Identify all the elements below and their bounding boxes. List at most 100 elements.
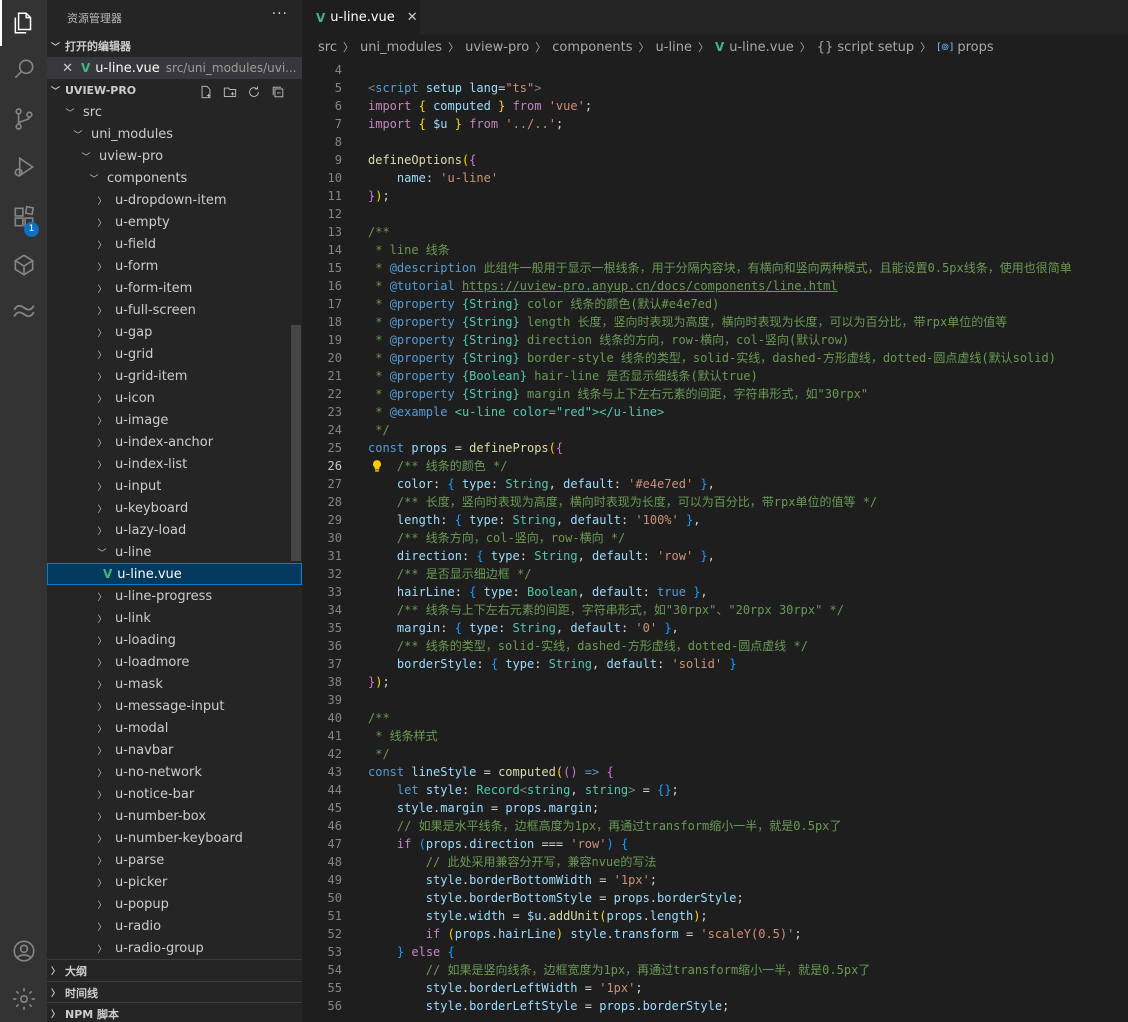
tree-file-item[interactable]: Vu-line.vue: [47, 563, 302, 585]
tree-folder-item[interactable]: 〉 u-line-progress: [47, 585, 302, 607]
files-icon[interactable]: [0, 0, 47, 46]
tree-folder-item[interactable]: 〉 u-full-screen: [47, 299, 302, 321]
line-number: 7: [334, 117, 342, 131]
chevron-right-icon: 〉: [97, 240, 107, 251]
code-token: margin: [548, 801, 593, 815]
outline-header[interactable]: 〉 大纲: [47, 959, 302, 981]
code-token: borderBottomStyle: [469, 891, 592, 905]
tree-folder-item[interactable]: 〉 u-loading: [47, 629, 302, 651]
tree-folder-item[interactable]: ﹀ u-line: [47, 541, 302, 563]
tree-folder-item[interactable]: 〉 u-lazy-load: [47, 519, 302, 541]
code-token: =: [577, 999, 600, 1013]
tab-u-line-vue[interactable]: V u-line.vue ✕: [302, 0, 420, 35]
breadcrumb-item[interactable]: props: [957, 40, 993, 55]
code-token: ,: [555, 513, 571, 527]
tree-folder-item[interactable]: 〉 u-grid: [47, 343, 302, 365]
tree-folder-item[interactable]: 〉 u-popup: [47, 893, 302, 915]
tree-folder-item[interactable]: 〉 u-number-keyboard: [47, 827, 302, 849]
tree-folder-item[interactable]: 〉 u-input: [47, 475, 302, 497]
tree-item-label: u-form-item: [115, 280, 193, 296]
line-number: 56: [327, 999, 342, 1013]
tree-folder-item[interactable]: ﹀ uview-pro: [47, 145, 302, 167]
tree-folder-item[interactable]: 〉 u-form: [47, 255, 302, 277]
tree-folder-item[interactable]: 〉 u-mask: [47, 673, 302, 695]
code-token: type: [483, 585, 513, 599]
breadcrumb-item[interactable]: components: [552, 40, 632, 55]
open-editors-header[interactable]: ﹀ 打开的编辑器: [47, 35, 302, 57]
tree-folder-item[interactable]: 〉 u-parse: [47, 849, 302, 871]
breadcrumb-item[interactable]: {} script setup: [817, 40, 914, 55]
line-number: 35: [327, 621, 342, 635]
code-editor[interactable]: 4 5 <script setup lang="ts"> 6 import { comp…: [302, 61, 1128, 1022]
close-tab-icon[interactable]: ✕: [407, 10, 418, 25]
collapse-all-icon[interactable]: [271, 84, 285, 98]
tree-folder-item[interactable]: ﹀ src: [47, 101, 302, 123]
code-token: const: [368, 765, 405, 779]
tree-folder-item[interactable]: 〉 u-no-network: [47, 761, 302, 783]
breadcrumb-item[interactable]: u-line.vue: [729, 40, 793, 55]
chevron-right-icon: 〉: [97, 944, 107, 955]
tree-item-label: u-mask: [115, 676, 163, 692]
breadcrumb-item[interactable]: uview-pro: [465, 40, 529, 55]
code-token: Record: [476, 783, 520, 797]
more-actions-icon[interactable]: ···: [272, 6, 288, 22]
npm-scripts-header[interactable]: 〉 NPM 脚本: [47, 1002, 302, 1022]
tree-folder-item[interactable]: 〉 u-notice-bar: [47, 783, 302, 805]
extensions-icon[interactable]: 1: [0, 194, 47, 240]
tree-folder-item[interactable]: ﹀ components: [47, 167, 302, 189]
tree-folder-item[interactable]: 〉 u-grid-item: [47, 365, 302, 387]
tree-folder-item[interactable]: 〉 u-index-list: [47, 453, 302, 475]
line-number: 12: [327, 207, 342, 221]
tree-folder-item[interactable]: 〉 u-number-box: [47, 805, 302, 827]
tree-folder-item[interactable]: 〉 u-picker: [47, 871, 302, 893]
close-icon[interactable]: ✕: [47, 61, 73, 76]
breadcrumb-item[interactable]: u-line: [656, 40, 692, 55]
tree-folder-item[interactable]: 〉 u-icon: [47, 387, 302, 409]
account-icon[interactable]: [0, 928, 47, 974]
source-control-icon[interactable]: [0, 96, 47, 142]
new-file-icon[interactable]: [199, 84, 213, 99]
tree-folder-item[interactable]: 〉 u-dropdown-item: [47, 189, 302, 211]
breadcrumb-item[interactable]: src: [318, 40, 337, 55]
breadcrumb-item[interactable]: uni_modules: [360, 40, 442, 55]
tree-folder-item[interactable]: 〉 u-image: [47, 409, 302, 431]
tree-folder-item[interactable]: 〉 u-loadmore: [47, 651, 302, 673]
settings-gear-icon[interactable]: [0, 976, 47, 1022]
tree-folder-item[interactable]: 〉 u-modal: [47, 717, 302, 739]
new-folder-icon[interactable]: [223, 84, 237, 98]
timeline-header[interactable]: 〉 时间线: [47, 981, 302, 1003]
code-token: @example: [389, 405, 448, 419]
tree-item-label: u-number-box: [115, 808, 207, 824]
tree-folder-item[interactable]: 〉 u-keyboard: [47, 497, 302, 519]
tree-folder-item[interactable]: 〉 u-index-anchor: [47, 431, 302, 453]
code-token: :: [433, 477, 448, 491]
remote-icon[interactable]: [0, 242, 47, 288]
tree-folder-item[interactable]: 〉 u-message-input: [47, 695, 302, 717]
sidebar-scrollbar[interactable]: [291, 325, 301, 561]
tree-folder-item[interactable]: 〉 u-form-item: [47, 277, 302, 299]
search-icon[interactable]: [0, 46, 47, 92]
run-debug-icon[interactable]: [0, 144, 47, 190]
tree-folder-item[interactable]: 〉 u-navbar: [47, 739, 302, 761]
tree-folder-item[interactable]: 〉 u-link: [47, 607, 302, 629]
code-token: props: [505, 801, 542, 815]
tree-folder-item[interactable]: 〉 u-radio: [47, 915, 302, 937]
open-editor-item[interactable]: ✕ V u-line.vue src/uni_modules/uvi...: [47, 57, 302, 79]
tree-item-label: src: [83, 104, 102, 120]
editor-area: V u-line.vue ✕ src 〉 uni_modules 〉 uview-pro…: [302, 0, 1128, 1022]
tree-folder-item[interactable]: 〉 u-empty: [47, 211, 302, 233]
tailwind-icon[interactable]: [0, 288, 47, 334]
refresh-icon[interactable]: [247, 84, 261, 98]
tree-folder-item[interactable]: ﹀ uni_modules: [47, 123, 302, 145]
line-number: 24: [327, 423, 342, 437]
tree-folder-item[interactable]: 〉 u-radio-group: [47, 937, 302, 959]
code-line: * @example <u-line color="red"></u-line>: [368, 403, 664, 421]
tree-folder-item[interactable]: 〉 u-gap: [47, 321, 302, 343]
lightbulb-icon[interactable]: [370, 459, 384, 473]
tree-folder-item[interactable]: 〉 u-field: [47, 233, 302, 255]
